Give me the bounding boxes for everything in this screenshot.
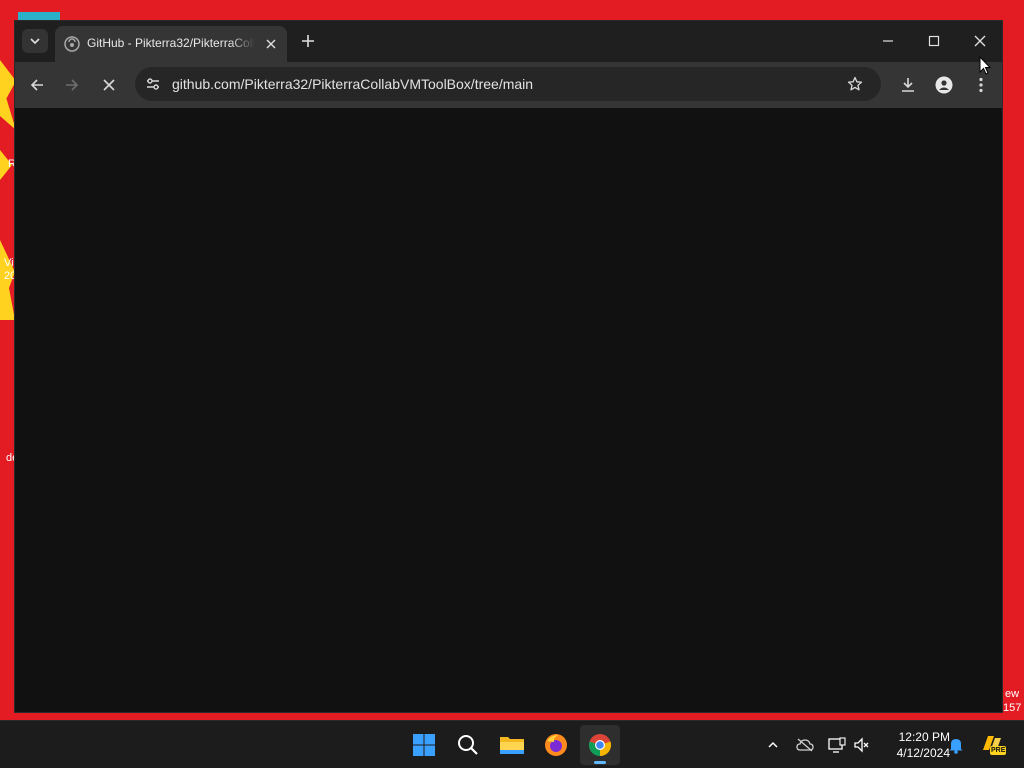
kebab-menu-icon — [979, 77, 983, 93]
close-icon — [266, 39, 276, 49]
tab-close-button[interactable] — [261, 34, 281, 54]
desktop-icon-label[interactable]: 157 — [1003, 702, 1021, 714]
firefox-icon — [545, 734, 567, 756]
desktop-icon-label[interactable]: Vi — [4, 257, 14, 269]
arrow-left-icon — [30, 79, 43, 91]
site-info-button[interactable] — [141, 72, 165, 96]
start-button[interactable] — [404, 725, 444, 765]
github-icon — [64, 36, 80, 52]
star-icon — [847, 76, 863, 91]
address-bar[interactable]: github.com/Pikterra32/PikterraCollabVMTo… — [135, 67, 881, 101]
profile-button[interactable] — [929, 70, 959, 100]
chrome-window: GitHub - Pikterra32/PikterraCollabVMTool… — [15, 21, 1002, 712]
desktop-window-edge — [18, 12, 60, 21]
windows-logo-icon — [413, 734, 435, 756]
tab-search-button[interactable] — [22, 29, 48, 53]
chrome-taskbar-button[interactable] — [580, 725, 620, 765]
wallpaper-sun-shape — [0, 60, 16, 130]
desktop: R Vi 20 de ew 157 GitHub - Pikterra32/Pi… — [0, 0, 1024, 720]
chrome-icon — [588, 734, 612, 757]
downloads-button[interactable] — [893, 70, 923, 100]
bookmark-button[interactable] — [843, 72, 867, 96]
active-tab[interactable]: GitHub - Pikterra32/PikterraCollabVMTool… — [55, 26, 287, 62]
person-icon — [935, 76, 953, 94]
clock-date: 4/12/2024 — [896, 746, 950, 760]
folder-icon — [500, 737, 524, 754]
cloud-off-icon — [796, 738, 814, 752]
chevron-up-icon — [768, 741, 778, 748]
search-button[interactable] — [448, 725, 488, 765]
search-icon — [458, 735, 478, 755]
desktop-icon-label[interactable]: ew — [1005, 688, 1019, 700]
page-content[interactable] — [15, 108, 1002, 712]
plus-icon — [302, 35, 314, 47]
running-indicator — [594, 761, 606, 764]
copilot-badge: PRE — [990, 746, 1007, 755]
network-button[interactable] — [826, 734, 848, 756]
close-window-button[interactable] — [958, 25, 1002, 57]
minimize-button[interactable] — [866, 25, 910, 57]
tab-strip: GitHub - Pikterra32/PikterraCollabVMTool… — [15, 21, 1002, 62]
close-icon — [974, 35, 986, 47]
back-button[interactable] — [22, 70, 52, 100]
taskbar: 12:20 PM 4/12/2024 PRE — [0, 720, 1024, 768]
volume-button[interactable] — [851, 734, 873, 756]
firefox-button[interactable] — [536, 725, 576, 765]
maximize-button[interactable] — [912, 25, 956, 57]
minimize-icon — [883, 40, 893, 42]
tab-title: GitHub - Pikterra32/PikterraCollabVMTool… — [87, 36, 255, 50]
download-icon — [902, 78, 914, 92]
file-explorer-button[interactable] — [492, 725, 532, 765]
volume-muted-icon — [854, 737, 869, 753]
mouse-cursor-icon — [979, 56, 991, 75]
copilot-button[interactable]: PRE — [979, 731, 1007, 757]
taskbar-clock[interactable]: 12:20 PM 4/12/2024 — [876, 729, 950, 761]
onedrive-button[interactable] — [794, 734, 816, 756]
forward-button[interactable] — [57, 70, 87, 100]
stop-loading-icon — [103, 79, 115, 91]
tune-icon — [147, 78, 159, 90]
arrow-right-icon — [66, 79, 79, 91]
bell-icon — [949, 739, 963, 754]
browser-toolbar: github.com/Pikterra32/PikterraCollabVMTo… — [15, 62, 1002, 108]
url-text[interactable]: github.com/Pikterra32/PikterraCollabVMTo… — [172, 76, 533, 92]
maximize-icon — [928, 35, 940, 47]
new-tab-button[interactable] — [296, 29, 320, 53]
notifications-button[interactable] — [945, 734, 967, 756]
clock-time: 12:20 PM — [898, 730, 950, 744]
network-icon — [828, 737, 846, 753]
show-hidden-icons-button[interactable] — [762, 734, 784, 756]
stop-loading-button[interactable] — [94, 70, 124, 100]
chevron-down-icon — [30, 38, 40, 45]
